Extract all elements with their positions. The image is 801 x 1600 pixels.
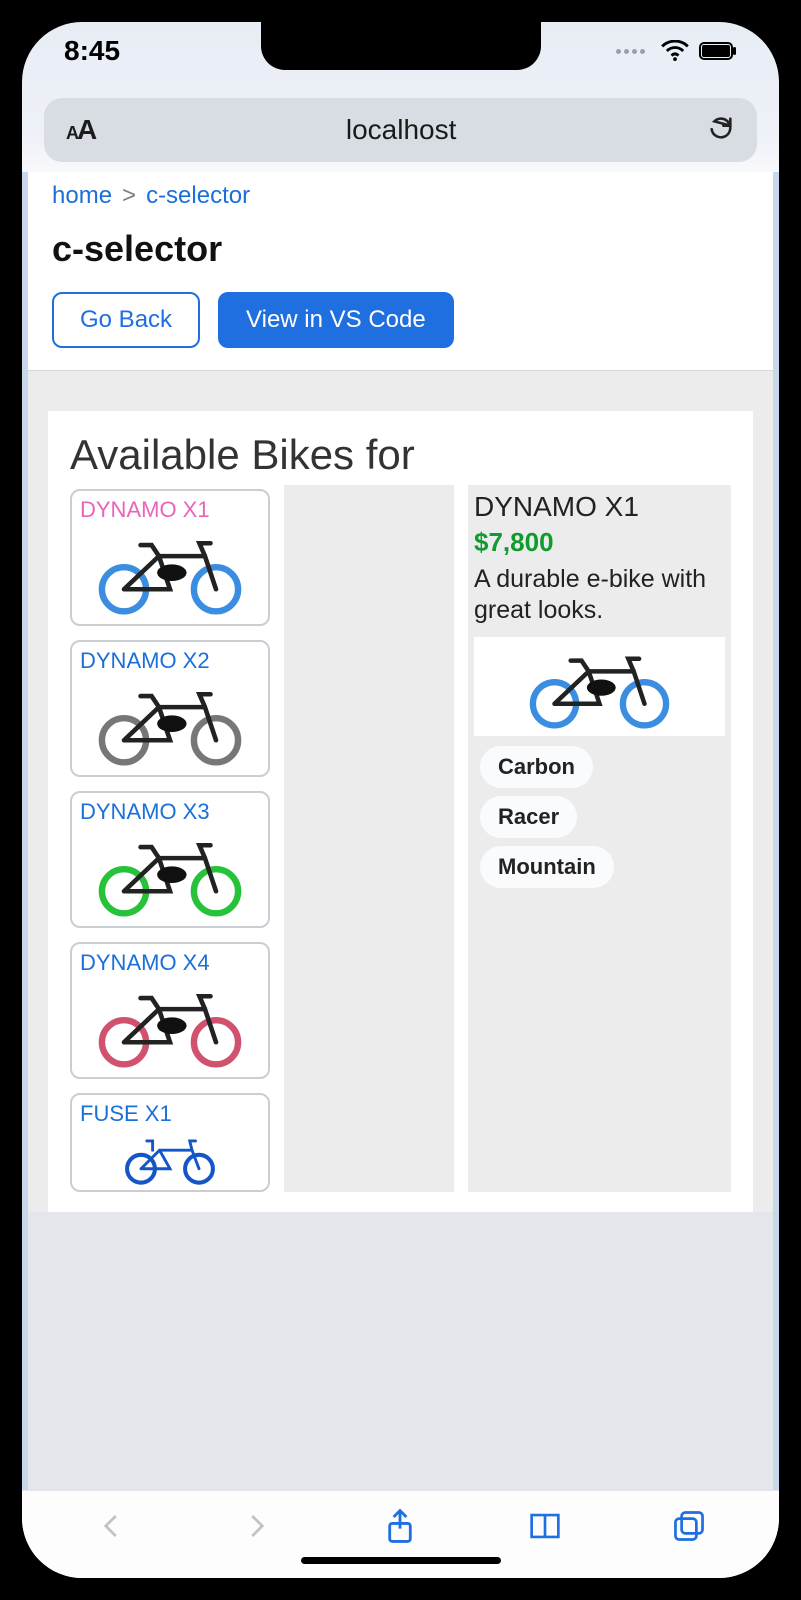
detail-image xyxy=(474,637,725,736)
bike-detail-panel: DYNAMO X1 $7,800 A durable e-bike with g… xyxy=(468,485,731,1192)
bike-tile[interactable]: DYNAMO X1 xyxy=(70,489,270,626)
home-indicator[interactable] xyxy=(301,1557,501,1564)
reload-icon[interactable] xyxy=(707,114,735,147)
nav-back-icon[interactable] xyxy=(92,1506,132,1546)
bike-tile-title: DYNAMO X3 xyxy=(80,799,260,825)
bike-tile[interactable]: DYNAMO X4 xyxy=(70,942,270,1079)
page-title: c-selector xyxy=(52,228,749,270)
breadcrumb-home[interactable]: home xyxy=(52,182,112,210)
bike-tile[interactable]: DYNAMO X3 xyxy=(70,791,270,928)
bike-icon xyxy=(80,825,260,917)
bike-icon xyxy=(476,639,723,729)
bike-tile[interactable]: FUSE X1 xyxy=(70,1093,270,1192)
tag: Mountain xyxy=(480,846,614,888)
tag: Racer xyxy=(480,796,577,838)
text-size-icon[interactable]: AA xyxy=(66,114,95,146)
bike-tile[interactable]: DYNAMO X2 xyxy=(70,640,270,777)
breadcrumb-current[interactable]: c-selector xyxy=(146,182,250,210)
url-host: localhost xyxy=(346,114,457,146)
bike-tile-title: DYNAMO X4 xyxy=(80,950,260,976)
bike-tile-title: DYNAMO X2 xyxy=(80,648,260,674)
view-in-vscode-button[interactable]: View in VS Code xyxy=(218,292,454,348)
tabs-icon[interactable] xyxy=(669,1506,709,1546)
cell-signal-icon xyxy=(616,49,645,54)
detail-description: A durable e-bike with great looks. xyxy=(474,564,725,627)
battery-icon xyxy=(699,42,737,60)
detail-name: DYNAMO X1 xyxy=(474,491,725,523)
section-title: Available Bikes for xyxy=(70,431,731,479)
bookmarks-icon[interactable] xyxy=(525,1506,565,1546)
wifi-icon xyxy=(661,40,689,62)
bike-icon xyxy=(80,674,260,766)
share-icon[interactable] xyxy=(380,1506,420,1546)
bike-icon xyxy=(80,523,260,615)
bike-icon xyxy=(80,1127,260,1185)
go-back-button[interactable]: Go Back xyxy=(52,292,200,348)
breadcrumb: home > c-selector xyxy=(52,182,749,210)
detail-price: $7,800 xyxy=(474,527,725,558)
status-time: 8:45 xyxy=(64,35,120,67)
bike-list: DYNAMO X1 DYNAMO X2 DYNAMO X3 xyxy=(70,489,270,1192)
breadcrumb-separator: > xyxy=(122,182,136,210)
bike-icon xyxy=(80,976,260,1068)
bike-tile-title: DYNAMO X1 xyxy=(80,497,260,523)
browser-url-bar[interactable]: AA localhost xyxy=(44,98,757,162)
bike-tile-title: FUSE X1 xyxy=(80,1101,260,1127)
browser-toolbar xyxy=(22,1490,779,1578)
detail-tags: Carbon Racer Mountain xyxy=(474,746,725,888)
nav-forward-icon[interactable] xyxy=(236,1506,276,1546)
tag: Carbon xyxy=(480,746,593,788)
